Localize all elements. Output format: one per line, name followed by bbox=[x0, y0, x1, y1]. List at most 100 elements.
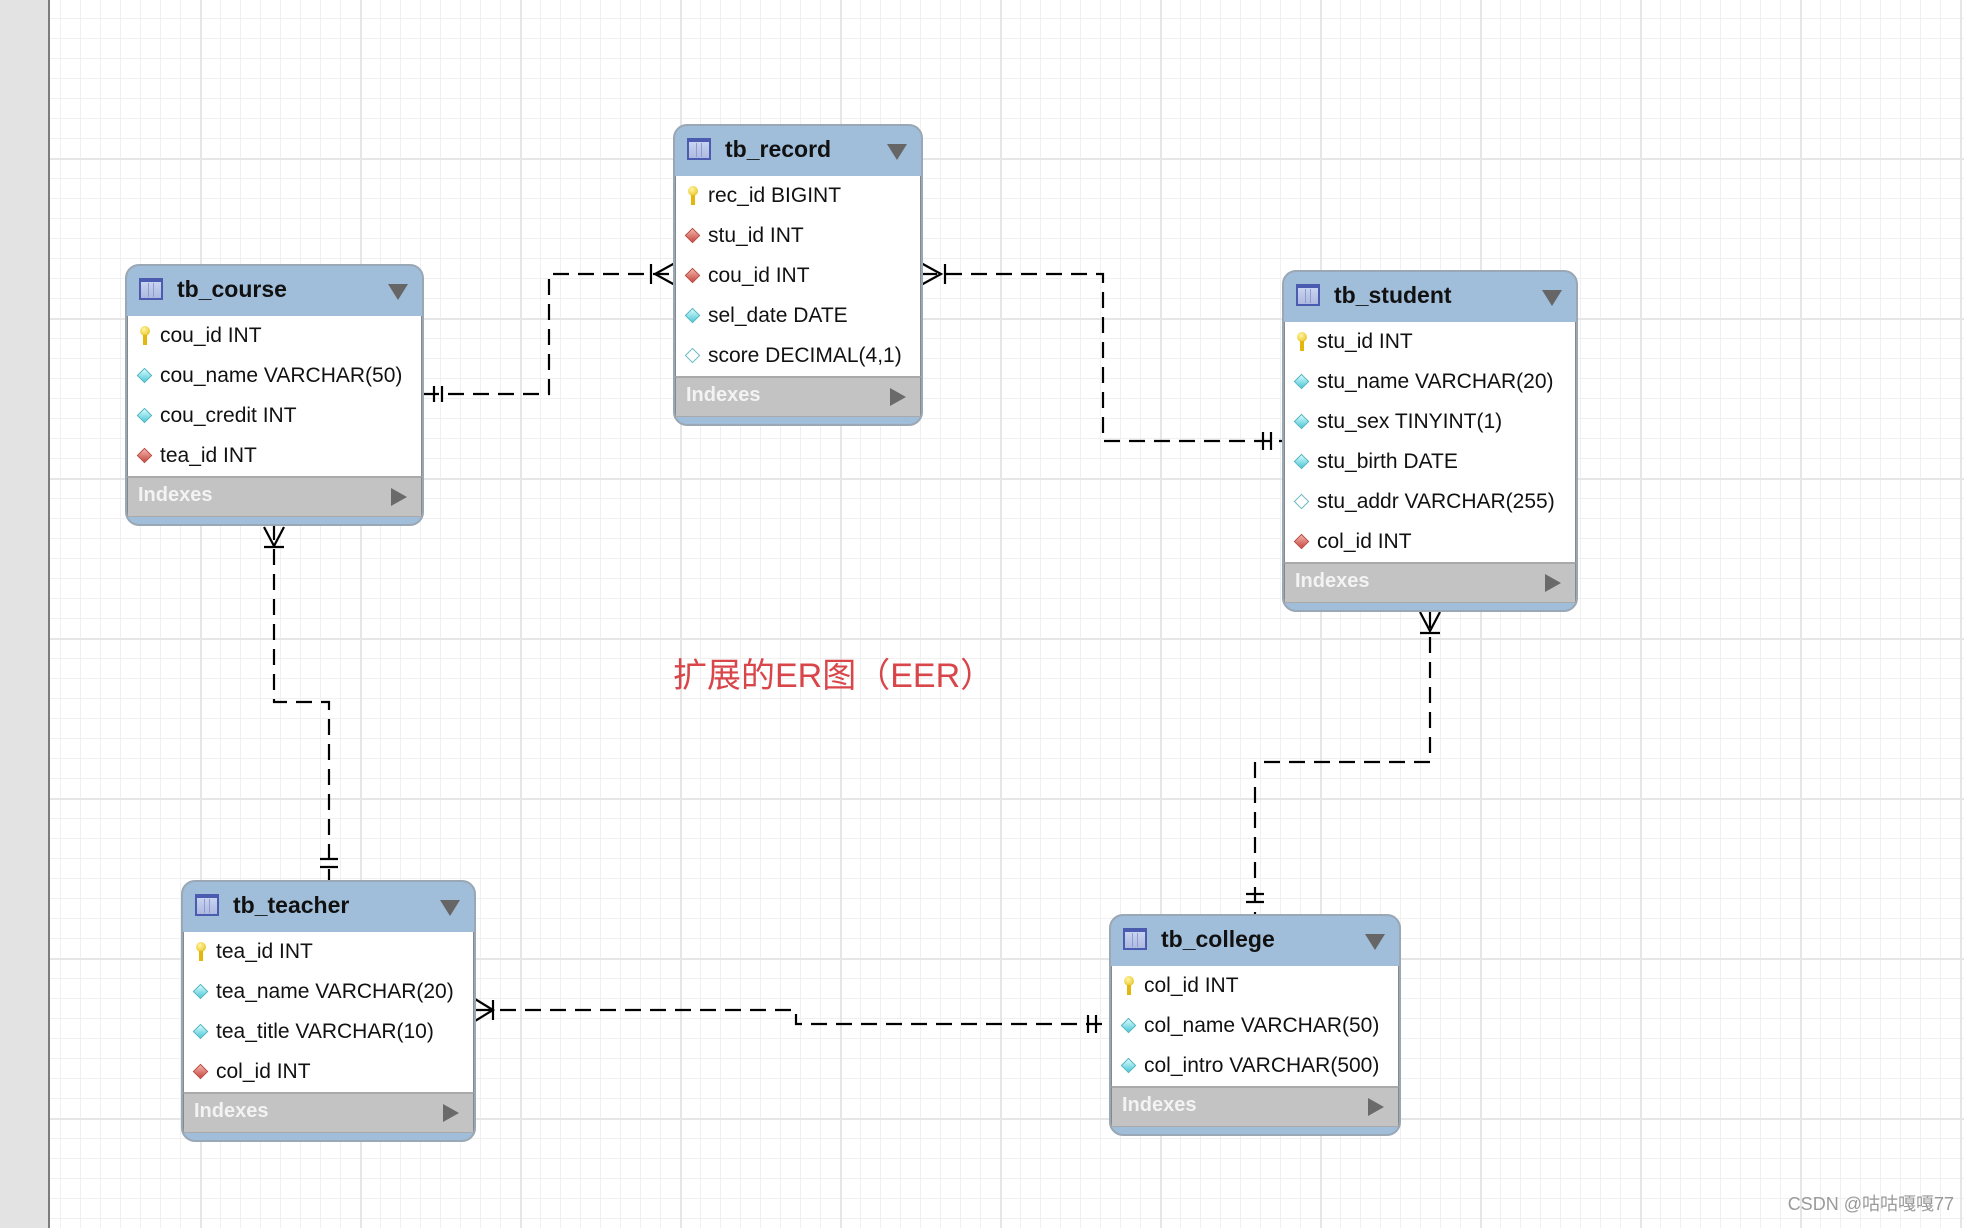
column-row[interactable]: stu_id INT bbox=[676, 216, 920, 256]
table-icon bbox=[1123, 928, 1147, 950]
column-label: sel_date DATE bbox=[708, 304, 848, 327]
indexes-label: Indexes bbox=[194, 1100, 269, 1122]
column-label: tea_id INT bbox=[160, 444, 257, 467]
table-icon bbox=[139, 278, 163, 300]
table-header[interactable]: tb_student bbox=[1284, 272, 1576, 322]
column-label: col_intro VARCHAR(500) bbox=[1144, 1054, 1380, 1077]
column-row[interactable]: stu_sex TINYINT(1) bbox=[1285, 402, 1575, 442]
key-icon bbox=[688, 186, 698, 206]
indexes-label: Indexes bbox=[138, 484, 213, 506]
column-row[interactable]: col_id INT bbox=[184, 1052, 473, 1092]
column-label: stu_id INT bbox=[708, 224, 804, 247]
not-null-diamond-icon bbox=[1120, 1017, 1137, 1034]
column-row[interactable]: cou_credit INT bbox=[128, 396, 421, 436]
table-header[interactable]: tb_course bbox=[127, 266, 422, 316]
column-row[interactable]: tea_name VARCHAR(20) bbox=[184, 972, 473, 1012]
indexes-section[interactable]: Indexes bbox=[675, 376, 921, 417]
table-footer bbox=[127, 517, 422, 524]
diagram-caption: 扩展的ER图（EER） bbox=[673, 657, 995, 695]
watermark: CSDN @咕咕嘎嘎77 bbox=[1787, 1194, 1954, 1214]
column-row[interactable]: cou_name VARCHAR(50) bbox=[128, 356, 421, 396]
table-footer bbox=[183, 1133, 474, 1140]
expand-arrow-icon[interactable] bbox=[1545, 574, 1561, 592]
expand-arrow-icon[interactable] bbox=[890, 388, 906, 406]
collapse-caret-icon[interactable] bbox=[388, 284, 408, 300]
relationship-student-record[interactable] bbox=[920, 262, 1282, 450]
collapse-caret-icon[interactable] bbox=[1542, 290, 1562, 306]
table-tb-teacher[interactable]: tb_teacher tea_id INT tea_name VARCHAR(2… bbox=[181, 880, 476, 1142]
table-footer bbox=[1111, 1127, 1399, 1134]
not-null-diamond-icon bbox=[1120, 1057, 1137, 1074]
table-tb-student[interactable]: tb_student stu_id INT stu_name VARCHAR(2… bbox=[1282, 270, 1578, 612]
one-and-only-one-marker bbox=[320, 857, 338, 869]
table-footer bbox=[675, 417, 921, 424]
column-label: col_id INT bbox=[216, 1060, 311, 1083]
collapse-caret-icon[interactable] bbox=[1365, 934, 1385, 950]
column-label: cou_id INT bbox=[708, 264, 810, 287]
column-label: col_name VARCHAR(50) bbox=[1144, 1014, 1380, 1037]
column-row[interactable]: col_name VARCHAR(50) bbox=[1112, 1006, 1398, 1046]
table-header[interactable]: tb_college bbox=[1111, 916, 1399, 966]
column-row[interactable]: col_id INT bbox=[1285, 522, 1575, 562]
table-tb-record[interactable]: tb_record rec_id BIGINT stu_id INT cou_i… bbox=[673, 124, 923, 426]
table-name: tb_course bbox=[177, 276, 287, 302]
column-row[interactable]: col_intro VARCHAR(500) bbox=[1112, 1046, 1398, 1086]
indexes-section[interactable]: Indexes bbox=[1284, 562, 1576, 603]
indexes-label: Indexes bbox=[1295, 570, 1370, 592]
expand-arrow-icon[interactable] bbox=[391, 488, 407, 506]
column-row[interactable]: stu_name VARCHAR(20) bbox=[1285, 362, 1575, 402]
column-row[interactable]: tea_id INT bbox=[184, 932, 473, 972]
expand-arrow-icon[interactable] bbox=[443, 1104, 459, 1122]
column-list: tea_id INT tea_name VARCHAR(20) tea_titl… bbox=[183, 932, 474, 1092]
key-icon bbox=[1297, 332, 1307, 352]
relationship-college-student[interactable] bbox=[1246, 611, 1441, 914]
column-label: tea_id INT bbox=[216, 940, 313, 963]
column-row[interactable]: rec_id BIGINT bbox=[676, 176, 920, 216]
relationship-teacher-course[interactable] bbox=[263, 524, 338, 880]
column-label: stu_id INT bbox=[1317, 330, 1413, 353]
column-label: col_id INT bbox=[1317, 530, 1412, 553]
key-icon bbox=[1124, 976, 1134, 996]
collapse-caret-icon[interactable] bbox=[440, 900, 460, 916]
column-label: score DECIMAL(4,1) bbox=[708, 344, 902, 367]
not-null-diamond-icon bbox=[684, 307, 701, 324]
indexes-section[interactable]: Indexes bbox=[127, 476, 422, 517]
column-row[interactable]: tea_title VARCHAR(10) bbox=[184, 1012, 473, 1052]
column-row[interactable]: cou_id INT bbox=[128, 316, 421, 356]
not-null-diamond-icon bbox=[136, 367, 153, 384]
key-icon bbox=[140, 326, 150, 346]
nullable-diamond-icon bbox=[684, 347, 701, 364]
table-name: tb_student bbox=[1334, 282, 1452, 308]
column-row[interactable]: tea_id INT bbox=[128, 436, 421, 476]
not-null-diamond-icon bbox=[192, 1023, 209, 1040]
table-name: tb_teacher bbox=[233, 892, 350, 918]
table-footer bbox=[1284, 603, 1576, 610]
column-row[interactable]: score DECIMAL(4,1) bbox=[676, 336, 920, 376]
table-header[interactable]: tb_record bbox=[675, 126, 921, 176]
table-tb-course[interactable]: tb_course cou_id INT cou_name VARCHAR(50… bbox=[125, 264, 424, 526]
expand-arrow-icon[interactable] bbox=[1368, 1098, 1384, 1116]
column-list: rec_id BIGINT stu_id INT cou_id INT sel_… bbox=[675, 176, 921, 376]
foreign-key-diamond-icon bbox=[684, 227, 701, 244]
indexes-section[interactable]: Indexes bbox=[183, 1092, 474, 1133]
column-row[interactable]: cou_id INT bbox=[676, 256, 920, 296]
table-header[interactable]: tb_teacher bbox=[183, 882, 474, 932]
column-row[interactable]: col_id INT bbox=[1112, 966, 1398, 1006]
column-row[interactable]: stu_id INT bbox=[1285, 322, 1575, 362]
table-icon bbox=[195, 894, 219, 916]
relationship-college-teacher[interactable] bbox=[474, 998, 1109, 1033]
column-row[interactable]: stu_addr VARCHAR(255) bbox=[1285, 482, 1575, 522]
column-row[interactable]: stu_birth DATE bbox=[1285, 442, 1575, 482]
table-tb-college[interactable]: tb_college col_id INT col_name VARCHAR(5… bbox=[1109, 914, 1401, 1136]
column-list: col_id INT col_name VARCHAR(50) col_intr… bbox=[1111, 966, 1399, 1086]
indexes-label: Indexes bbox=[1122, 1094, 1197, 1116]
foreign-key-diamond-icon bbox=[192, 1063, 209, 1080]
column-label: stu_addr VARCHAR(255) bbox=[1317, 490, 1555, 513]
not-null-diamond-icon bbox=[192, 983, 209, 1000]
indexes-section[interactable]: Indexes bbox=[1111, 1086, 1399, 1127]
column-row[interactable]: sel_date DATE bbox=[676, 296, 920, 336]
relationship-course-record[interactable] bbox=[423, 262, 676, 402]
collapse-caret-icon[interactable] bbox=[887, 144, 907, 160]
not-null-diamond-icon bbox=[1293, 413, 1310, 430]
key-icon bbox=[196, 942, 206, 962]
